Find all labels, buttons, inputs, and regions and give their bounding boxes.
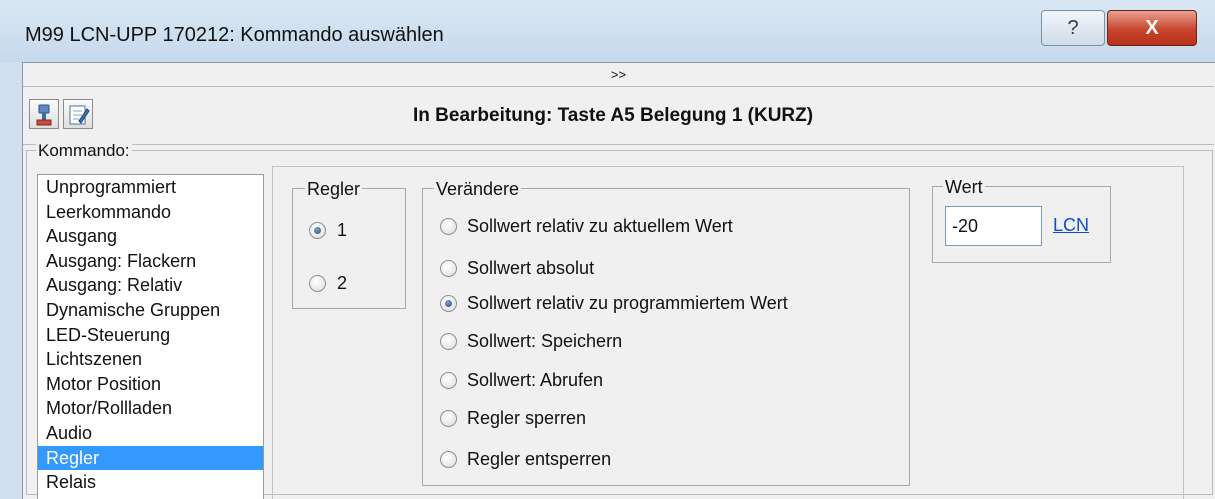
radio-selected-icon[interactable]: [440, 294, 457, 312]
veraendere-option[interactable]: Sollwert: Abrufen: [440, 367, 603, 393]
wert-input[interactable]: [945, 206, 1042, 246]
dialog-window: M99 LCN-UPP 170212: Kommando auswählen ?…: [0, 0, 1215, 499]
kommando-legend: Kommando:: [36, 141, 132, 160]
list-item[interactable]: Relais: [38, 470, 263, 495]
list-item[interactable]: Unprogrammiert: [38, 175, 263, 200]
list-item[interactable]: Dynamische Gruppen: [38, 298, 263, 323]
veraendere-option[interactable]: Regler entsperren: [440, 446, 611, 472]
window-title: M99 LCN-UPP 170212: Kommando auswählen: [25, 24, 444, 46]
help-button[interactable]: ?: [1041, 10, 1105, 46]
list-item[interactable]: Motor Position: [38, 372, 263, 397]
regler-option-1[interactable]: 1: [309, 217, 347, 243]
wert-legend: Wert: [943, 177, 985, 197]
connect-button[interactable]: [29, 99, 59, 129]
list-item[interactable]: Lichtszenen: [38, 347, 263, 372]
list-item[interactable]: Ausgang: Relativ: [38, 273, 263, 298]
header-row: In Bearbeitung: Taste A5 Belegung 1 (KUR…: [23, 87, 1214, 145]
radio-icon[interactable]: [440, 332, 457, 350]
veraendere-option[interactable]: Sollwert relativ zu aktuellem Wert: [440, 213, 733, 239]
radio-icon[interactable]: [440, 409, 457, 427]
veraendere-option[interactable]: Sollwert absolut: [440, 255, 594, 281]
radio-icon[interactable]: [440, 371, 457, 389]
edit-button[interactable]: [63, 99, 93, 129]
list-item-selected[interactable]: Regler: [38, 445, 263, 471]
veraendere-legend: Verändere: [434, 179, 522, 199]
editing-status: In Bearbeitung: Taste A5 Belegung 1 (KUR…: [413, 105, 814, 126]
radio-selected-icon[interactable]: [309, 221, 326, 239]
radio-icon[interactable]: [440, 217, 457, 235]
command-list[interactable]: Unprogrammiert Leerkommando Ausgang Ausg…: [37, 174, 264, 499]
close-button[interactable]: X: [1107, 10, 1197, 46]
list-item[interactable]: Ausgang: [38, 224, 263, 249]
list-item[interactable]: Audio: [38, 421, 263, 446]
list-item[interactable]: Motor/Rollladen: [38, 396, 263, 421]
regler-legend: Regler: [305, 179, 363, 199]
lcn-link[interactable]: LCN: [1053, 215, 1089, 236]
list-item[interactable]: Ausgang: Flackern: [38, 249, 263, 274]
expand-button[interactable]: >>: [23, 65, 1214, 87]
radio-icon[interactable]: [440, 450, 457, 468]
veraendere-option[interactable]: Regler sperren: [440, 405, 586, 431]
regler-option-2[interactable]: 2: [309, 270, 347, 296]
title-bar[interactable]: M99 LCN-UPP 170212: Kommando auswählen ?…: [0, 0, 1215, 62]
radio-icon[interactable]: [309, 274, 326, 292]
plug-icon: [36, 104, 52, 126]
edit-note-icon: [69, 105, 90, 125]
list-item[interactable]: LED-Steuerung: [38, 323, 263, 348]
veraendere-option[interactable]: Sollwert: Speichern: [440, 328, 622, 354]
radio-icon[interactable]: [440, 259, 457, 277]
veraendere-option-selected[interactable]: Sollwert relativ zu programmiertem Wert: [440, 290, 788, 316]
list-item[interactable]: Leerkommando: [38, 200, 263, 225]
